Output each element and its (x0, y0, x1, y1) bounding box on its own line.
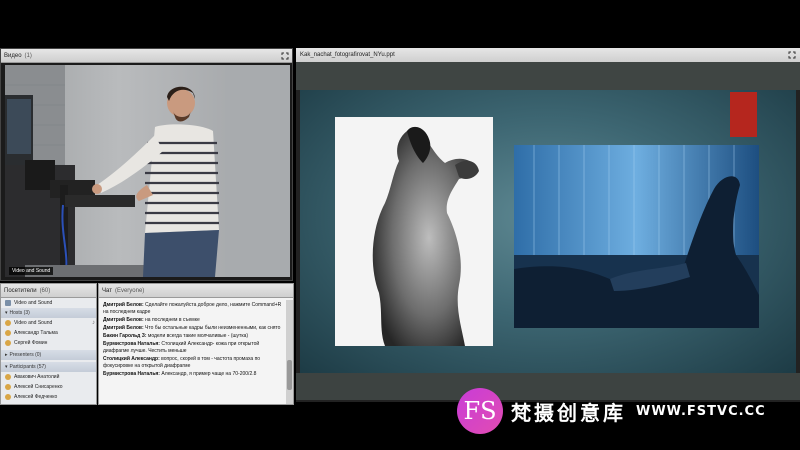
speaker-icon (5, 300, 11, 306)
watermark: FS 梵摄创意库 WWW.FSTVC.CC (457, 388, 766, 434)
attendee-status-row[interactable]: Video and Sound (1, 298, 96, 308)
section-presenters[interactable]: ▸ Presenters (0) (1, 350, 96, 360)
list-item-label: Video and Sound (14, 300, 53, 306)
section-label: Participants (57) (9, 364, 46, 370)
scrollbar-thumb[interactable] (287, 360, 292, 390)
chat-author: Дмитрий Белов: (103, 317, 144, 323)
attendees-pod-header: Посетители (60) (1, 284, 96, 298)
chat-messages: Дмитрий Белов: Сделайте пожалуйста добро… (99, 300, 287, 404)
section-participants[interactable]: ▾ Participants (57) (1, 362, 96, 372)
video-feed[interactable]: Video and Sound (5, 65, 290, 277)
presenter-video-image (5, 65, 290, 277)
chat-author: Столицкий Александр: (103, 356, 160, 362)
video-stream-label: Video and Sound (9, 267, 54, 275)
chat-author: Бурмистрова Наталья: (103, 371, 160, 377)
share-toolbar (296, 62, 800, 90)
chat-author: Бакин Гарольд З: (103, 333, 147, 339)
chat-author: Дмитрий Белов: (103, 325, 144, 331)
document-title: Kak_nachat_fotografirovat_NYu.ppt (300, 52, 395, 58)
chevron-down-icon: ▾ (5, 364, 8, 370)
app-window: Видео (1) Video and Sound Kak_nachat_fot… (0, 0, 800, 450)
chat-message: Бакин Гарольд З: модели всегда такие мол… (103, 333, 283, 340)
presentation-slide (300, 90, 796, 373)
chat-text: на последнем в съемке (145, 317, 200, 323)
brand-url: WWW.FSTVC.CC (636, 403, 766, 419)
chat-message: Дмитрий Белов: Сделайте пожалуйста добро… (103, 302, 283, 316)
brand-logo: FS (457, 388, 503, 434)
list-item[interactable]: Авакович Анатолий (1, 372, 96, 382)
slide-photo-bw (335, 117, 493, 346)
chat-pod-header: Чат (Everyone) (99, 284, 293, 298)
person-icon (5, 340, 11, 346)
maximize-icon[interactable] (788, 51, 796, 59)
chat-pod: Чат (Everyone) Дмитрий Белов: Сделайте п… (98, 283, 294, 405)
person-icon (5, 330, 11, 336)
chat-text: Александр, я пример чаще на 70-200/2.8 (161, 371, 257, 377)
section-label: Presenters (0) (9, 352, 42, 358)
chat-message: Дмитрий Белов: Что бы остальные кадры бы… (103, 325, 283, 332)
share-pod-header: Kak_nachat_fotografirovat_NYu.ppt (296, 48, 800, 62)
chat-message: Столицкий Александр: вопрос, скорей в то… (103, 356, 283, 370)
chat-scrollbar[interactable] (286, 300, 293, 404)
person-icon (5, 394, 11, 400)
chat-text: Что бы остальные кадры были неизмененным… (145, 325, 281, 331)
list-item[interactable]: Алексей Федченко (1, 392, 96, 402)
maximize-icon[interactable] (281, 52, 289, 60)
speaker-icon: ♪ (92, 320, 95, 326)
list-item[interactable]: Сергей Фомин (1, 338, 96, 348)
video-pod: Видео (1) Video and Sound (0, 48, 293, 281)
list-item-label: Сергей Фомин (14, 340, 48, 346)
list-item-label: Александр Тальма (14, 330, 58, 336)
chat-scope: (Everyone) (114, 287, 145, 294)
person-icon (5, 384, 11, 390)
attendees-count: (60) (39, 287, 51, 294)
chat-author: Бурмистрова Наталья: (103, 341, 160, 347)
section-hosts[interactable]: ▾ Hosts (3) (1, 308, 96, 318)
list-item-label: Алексей Федченко (14, 394, 58, 400)
list-item-label: Авакович Анатолий (14, 374, 60, 380)
slide-photo-blue (514, 145, 759, 328)
list-item[interactable]: Александр Тальма (1, 328, 96, 338)
person-icon (5, 320, 11, 326)
chat-message: Дмитрий Белов: на последнем в съемке (103, 317, 283, 324)
chat-pod-title: Чат (102, 287, 112, 294)
chat-message: Бурмистрова Наталья: Александр, я пример… (103, 371, 283, 378)
video-pod-header: Видео (1) (1, 49, 292, 63)
list-item[interactable]: Алексей Снисаренко (1, 382, 96, 392)
chevron-down-icon: ▾ (5, 310, 8, 316)
chat-message: Бурмистрова Наталья: Столицкий Александр… (103, 341, 283, 355)
list-item-label: Video and Sound (14, 320, 53, 326)
list-item-label: Алексей Снисаренко (14, 384, 63, 390)
brand-name: 梵摄创意库 (511, 400, 626, 425)
video-pod-title: Видео (4, 52, 22, 59)
video-pod-count: (1) (24, 52, 32, 59)
chat-text: модели всегда такие молчаливые - (шутка) (147, 333, 249, 339)
attendees-pod: Посетители (60) Video and Sound ▾ Hosts … (0, 283, 97, 405)
section-label: Hosts (3) (9, 310, 30, 316)
chevron-right-icon: ▸ (5, 352, 8, 358)
attendees-pod-title: Посетители (4, 287, 37, 294)
share-pod: Kak_nachat_fotografirovat_NYu.ppt (296, 48, 800, 402)
person-icon (5, 374, 11, 380)
list-item[interactable]: Video and Sound ♪ (1, 318, 96, 328)
chat-author: Дмитрий Белов: (103, 302, 144, 308)
slide-accent-block (730, 92, 757, 137)
